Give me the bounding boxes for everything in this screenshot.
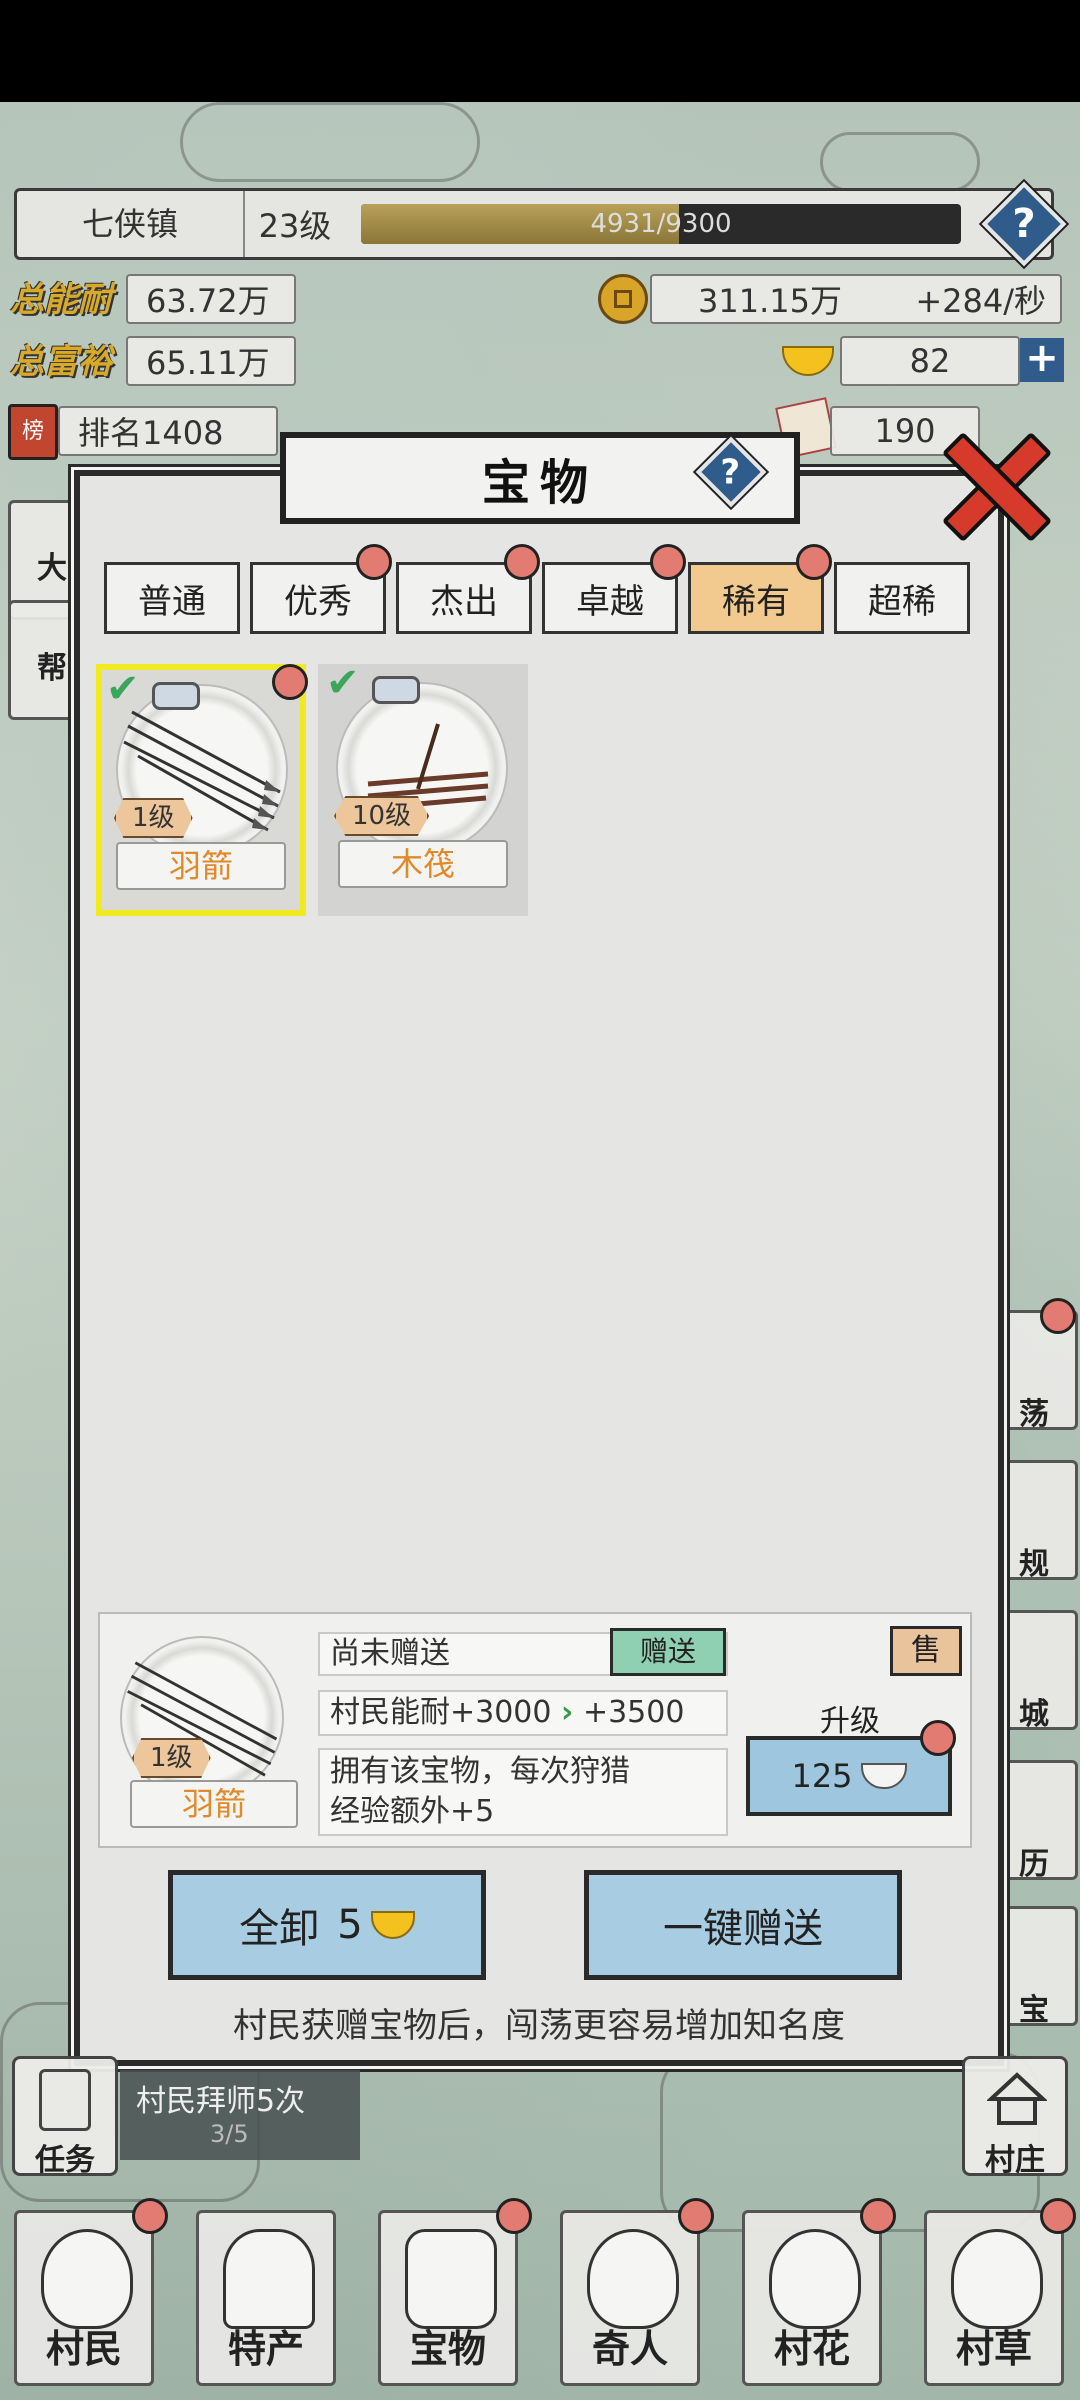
detail-level-tag: 1级 [132,1738,211,1778]
equipped-check-icon: ✔ [326,660,360,706]
map-bridge [820,132,980,192]
stranger-avatar-icon [587,2229,679,2329]
equipped-check-icon: ✔ [106,666,140,712]
tab-outstanding-dot [504,544,540,580]
lock-icon [372,676,420,704]
total-wealth-value: 65.11万 [126,336,296,386]
village-button[interactable]: 村庄 [962,2056,1068,2178]
nav-strangers[interactable]: 奇人 [560,2210,700,2386]
gift-all-button[interactable]: 一键赠送 [584,1870,902,1980]
add-ingots-button[interactable]: + [1020,338,1064,382]
total-wealth-label: 总富裕 [10,342,112,382]
gold-ingot-icon [370,1911,415,1939]
treasure-icon [405,2229,497,2329]
map-hut [180,102,480,182]
dialog-hint: 村民获赠宝物后，闯荡更容易增加知名度 [233,2006,845,2046]
girl-avatar-icon [769,2229,861,2329]
dialog-help-button[interactable]: ? [695,436,767,508]
quest-text: 村民拜师5次 [136,2084,306,2119]
town-name: 七侠镇 [17,191,245,257]
stat-current: 村民能耐+3000 [330,1695,552,1730]
item-description: 拥有该宝物，每次狩猎 经验额外+5 [318,1748,728,1836]
villager-avatar-icon [41,2229,133,2329]
upgrade-dot [920,1720,956,1756]
item-card-arrows[interactable]: ✔ 1级 羽箭 [96,664,308,916]
stat-next: +3500 [582,1695,685,1730]
nav-treasures[interactable]: 宝物 [378,2210,518,2386]
boy-avatar-icon [951,2229,1043,2329]
nav-village-grass-dot [1040,2198,1076,2234]
upgrade-label: 升级 [820,1704,880,1739]
gold-ingot-icon [782,346,834,376]
question-icon: ? [720,452,741,493]
stat-line: 村民能耐+3000 › +3500 [318,1690,728,1736]
item-level-tag: 10级 [334,796,430,836]
nav-village-flower[interactable]: 村花 [742,2210,882,2386]
unequip-all-cost: 5 [337,1902,363,1948]
rank-badge-icon[interactable]: 榜 [8,404,58,460]
upgrade-button[interactable]: 125 [746,1736,952,1816]
sell-button[interactable]: 售 [890,1626,962,1676]
nav-village-flower-dot [860,2198,896,2234]
roam-notification-dot [1040,1298,1076,1334]
total-ability-label: 总能耐 [10,280,112,320]
quest-progress: 3/5 [210,2120,249,2148]
town-bar: 七侠镇 23级 4931/9300 [14,188,1054,260]
item-card-raft[interactable]: ✔ 10级 木筏 [318,660,528,916]
upgrade-cost: 125 [791,1757,853,1795]
tab-excellent-dot [356,544,392,580]
arrow-right-icon: › [561,1695,574,1730]
xp-text: 4931/9300 [590,209,732,239]
close-icon[interactable] [938,430,1044,536]
tab-super-rare[interactable]: 超稀 [834,562,970,634]
copper-coin-icon [598,274,648,324]
tab-normal[interactable]: 普通 [104,562,240,634]
coins-bar: 311.15万 +284/秒 [650,274,1062,324]
unequip-all-label: 全卸 [239,1906,320,1952]
tab-rare-dot [796,544,832,580]
item-level-tag: 1级 [114,798,193,838]
rank-text[interactable]: 排名1408 [58,406,278,456]
nav-strangers-dot [678,2198,714,2234]
gift-button[interactable]: 赠送 [610,1628,726,1676]
town-help-button[interactable]: ? [981,181,1067,267]
item-detail-panel: 1级 羽箭 尚未赠送 赠送 售 村民能耐+3000 › +3500 拥有该宝物，… [98,1612,972,1848]
house-icon [985,2069,1049,2131]
tab-superb-dot [650,544,686,580]
question-icon: ? [1012,201,1036,247]
nav-specialties[interactable]: 特产 [196,2210,336,2386]
item-name: 木筏 [338,840,508,888]
coins-value: 311.15万 [698,282,842,320]
quest-bar[interactable]: 村民拜师5次 3/5 [120,2070,360,2160]
item-name: 羽箭 [116,842,286,890]
nav-villagers-dot [132,2198,168,2234]
ingots-value: 82 [840,336,1020,386]
town-level: 23级 [258,207,332,245]
item-arrows-dot [272,664,308,700]
total-ability-value: 63.72万 [126,274,296,324]
task-button[interactable]: 任务 [12,2056,118,2178]
sack-icon [223,2229,315,2329]
nav-villagers[interactable]: 村民 [14,2210,154,2386]
detail-item-name: 羽箭 [130,1780,298,1828]
coins-rate: +284/秒 [915,282,1046,320]
scroll-icon [39,2069,91,2131]
silver-ingot-icon [860,1763,907,1789]
unequip-all-button[interactable]: 全卸 5 [168,1870,486,1980]
nav-village-grass[interactable]: 村草 [924,2210,1064,2386]
status-bar [0,0,1080,102]
lock-icon [152,682,200,710]
nav-treasures-dot [496,2198,532,2234]
xp-bar: 4931/9300 [361,204,961,244]
